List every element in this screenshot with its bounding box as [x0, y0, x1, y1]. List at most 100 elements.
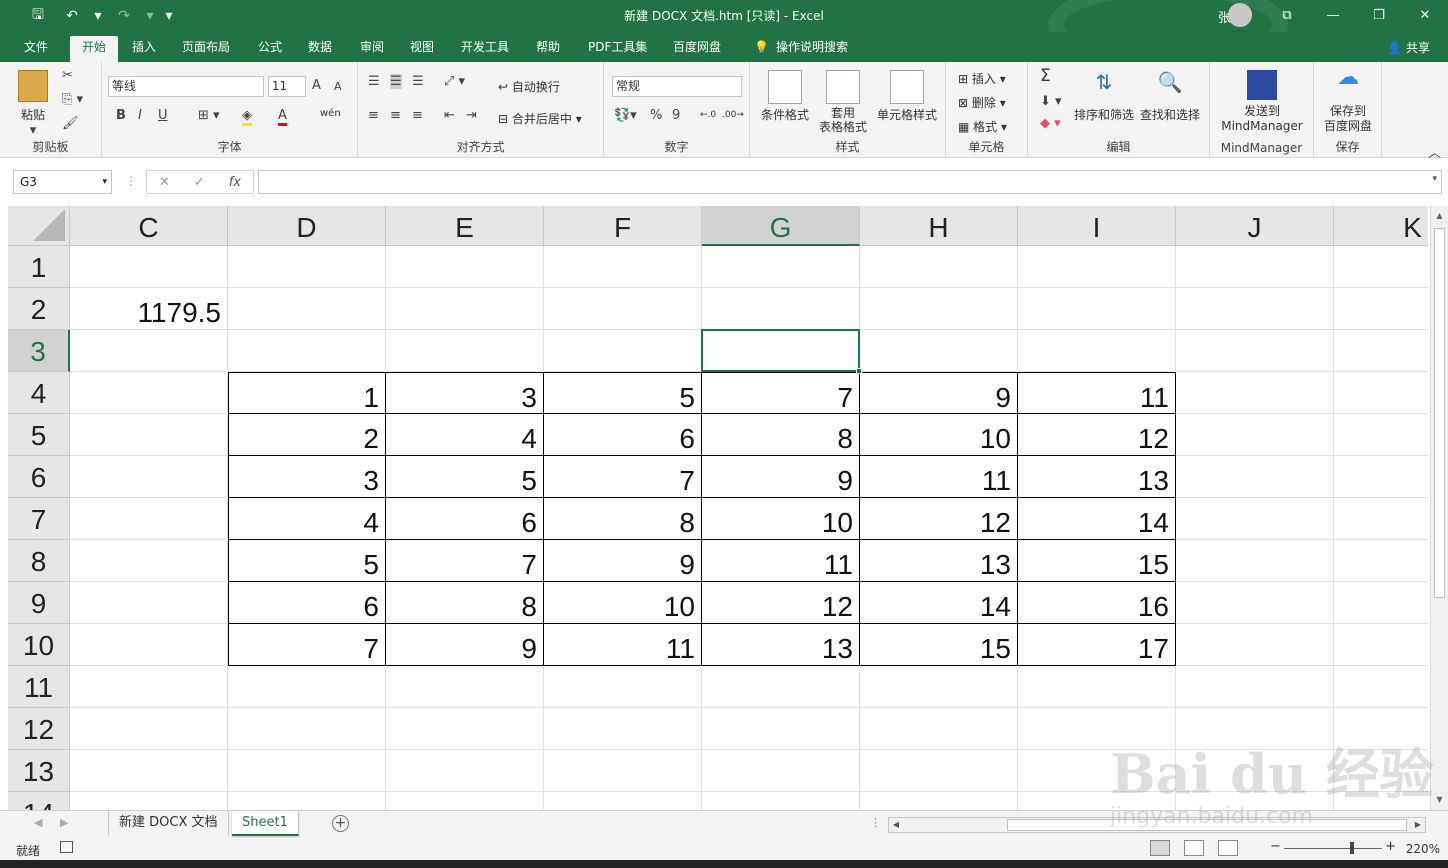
- cell-e12[interactable]: [386, 708, 544, 750]
- cell-i10[interactable]: 17: [1018, 624, 1176, 666]
- decrease-decimal-icon[interactable]: .00→: [722, 110, 744, 120]
- cell-c14[interactable]: [70, 792, 228, 810]
- percent-button[interactable]: %: [650, 108, 662, 123]
- comma-style-icon[interactable]: 9: [672, 108, 680, 123]
- borders-icon[interactable]: ⊞ ▾: [198, 108, 220, 123]
- tab-view[interactable]: 视图: [404, 36, 440, 62]
- row-header-5[interactable]: 5: [8, 414, 70, 456]
- sheet-tab-docx[interactable]: 新建 DOCX 文档: [108, 811, 229, 836]
- align-middle-icon[interactable]: ☰: [390, 74, 402, 89]
- page-break-view-icon[interactable]: [1218, 840, 1238, 856]
- cell-d7[interactable]: 4: [228, 498, 386, 540]
- row-header-14[interactable]: 14: [8, 792, 70, 810]
- cell-g14[interactable]: [702, 792, 860, 810]
- cell-e10[interactable]: 9: [386, 624, 544, 666]
- cell-g5[interactable]: 8: [702, 414, 860, 456]
- cell-h13[interactable]: [860, 750, 1018, 792]
- font-color-icon[interactable]: A: [278, 108, 287, 126]
- format-cells-button[interactable]: ▦ 格式 ▾: [958, 118, 1007, 135]
- cell-e3[interactable]: [386, 330, 544, 372]
- cell-g7[interactable]: 10: [702, 498, 860, 540]
- tab-file[interactable]: 文件: [18, 36, 54, 62]
- cell-h2[interactable]: [860, 288, 1018, 330]
- align-top-icon[interactable]: ☰: [368, 74, 380, 89]
- autosum-icon[interactable]: Σ: [1040, 66, 1051, 86]
- column-header-d[interactable]: D: [228, 206, 386, 246]
- cell-e1[interactable]: [386, 246, 544, 288]
- cell-d9[interactable]: 6: [228, 582, 386, 624]
- cell-j4[interactable]: [1176, 372, 1334, 414]
- cell-e5[interactable]: 4: [386, 414, 544, 456]
- cell-j14[interactable]: [1176, 792, 1334, 810]
- cell-g9[interactable]: 12: [702, 582, 860, 624]
- cell-e2[interactable]: [386, 288, 544, 330]
- cell-j6[interactable]: [1176, 456, 1334, 498]
- cell-d3[interactable]: [228, 330, 386, 372]
- cell-g4[interactable]: 7: [702, 372, 860, 414]
- tab-help[interactable]: 帮助: [530, 36, 566, 62]
- tab-pdf-tools[interactable]: PDF工具集: [582, 36, 653, 62]
- vertical-scroll-thumb[interactable]: [1434, 228, 1445, 598]
- cell-f3[interactable]: [544, 330, 702, 372]
- cell-j9[interactable]: [1176, 582, 1334, 624]
- row-header-9[interactable]: 9: [8, 582, 70, 624]
- cell-k14[interactable]: [1334, 792, 1428, 810]
- cell-i13[interactable]: [1018, 750, 1176, 792]
- format-as-table-button[interactable]: 套用 表格格式: [812, 70, 874, 134]
- copy-icon[interactable]: ⎘ ▾: [62, 92, 83, 107]
- cell-f1[interactable]: [544, 246, 702, 288]
- cell-i12[interactable]: [1018, 708, 1176, 750]
- cell-j7[interactable]: [1176, 498, 1334, 540]
- tab-split-grip[interactable]: ⋮: [870, 816, 881, 829]
- cell-d13[interactable]: [228, 750, 386, 792]
- cell-i14[interactable]: [1018, 792, 1176, 810]
- cell-f7[interactable]: 8: [544, 498, 702, 540]
- cell-i11[interactable]: [1018, 666, 1176, 708]
- cell-j5[interactable]: [1176, 414, 1334, 456]
- cell-f2[interactable]: [544, 288, 702, 330]
- cell-g12[interactable]: [702, 708, 860, 750]
- italic-button[interactable]: I: [138, 108, 142, 123]
- cell-c6[interactable]: [70, 456, 228, 498]
- cell-k5[interactable]: [1334, 414, 1428, 456]
- cell-h8[interactable]: 13: [860, 540, 1018, 582]
- cell-d10[interactable]: 7: [228, 624, 386, 666]
- cell-d14[interactable]: [228, 792, 386, 810]
- tab-home[interactable]: 开始: [70, 36, 118, 62]
- cell-h7[interactable]: 12: [860, 498, 1018, 540]
- column-header-j[interactable]: J: [1176, 206, 1334, 246]
- cell-h5[interactable]: 10: [860, 414, 1018, 456]
- cell-k1[interactable]: [1334, 246, 1428, 288]
- cell-k11[interactable]: [1334, 666, 1428, 708]
- normal-view-icon[interactable]: [1150, 840, 1170, 856]
- cell-i5[interactable]: 12: [1018, 414, 1176, 456]
- cell-h14[interactable]: [860, 792, 1018, 810]
- cell-f13[interactable]: [544, 750, 702, 792]
- shrink-font-icon[interactable]: A: [334, 80, 342, 93]
- column-header-g[interactable]: G: [702, 206, 860, 246]
- cell-f5[interactable]: 6: [544, 414, 702, 456]
- page-layout-view-icon[interactable]: [1184, 840, 1204, 856]
- cell-d1[interactable]: [228, 246, 386, 288]
- close-icon[interactable]: ✕: [1402, 0, 1448, 30]
- sheet-tab-sheet1[interactable]: Sheet1: [232, 811, 299, 836]
- cell-c10[interactable]: [70, 624, 228, 666]
- tell-me-search[interactable]: 操作说明搜索: [770, 36, 854, 62]
- paste-button[interactable]: 粘贴 ▾: [18, 70, 48, 138]
- cell-f10[interactable]: 11: [544, 624, 702, 666]
- cell-i1[interactable]: [1018, 246, 1176, 288]
- macro-record-icon[interactable]: [60, 841, 73, 853]
- column-header-f[interactable]: F: [544, 206, 702, 246]
- cell-c8[interactable]: [70, 540, 228, 582]
- cell-h10[interactable]: 15: [860, 624, 1018, 666]
- cell-h1[interactable]: [860, 246, 1018, 288]
- cell-h3[interactable]: [860, 330, 1018, 372]
- row-header-6[interactable]: 6: [8, 456, 70, 498]
- cell-j1[interactable]: [1176, 246, 1334, 288]
- row-header-8[interactable]: 8: [8, 540, 70, 582]
- cell-g13[interactable]: [702, 750, 860, 792]
- tab-insert[interactable]: 插入: [126, 36, 162, 62]
- save-icon[interactable]: 🖫: [24, 5, 52, 27]
- tab-page-layout[interactable]: 页面布局: [176, 36, 236, 62]
- undo-dropdown-icon[interactable]: ▾: [92, 5, 104, 27]
